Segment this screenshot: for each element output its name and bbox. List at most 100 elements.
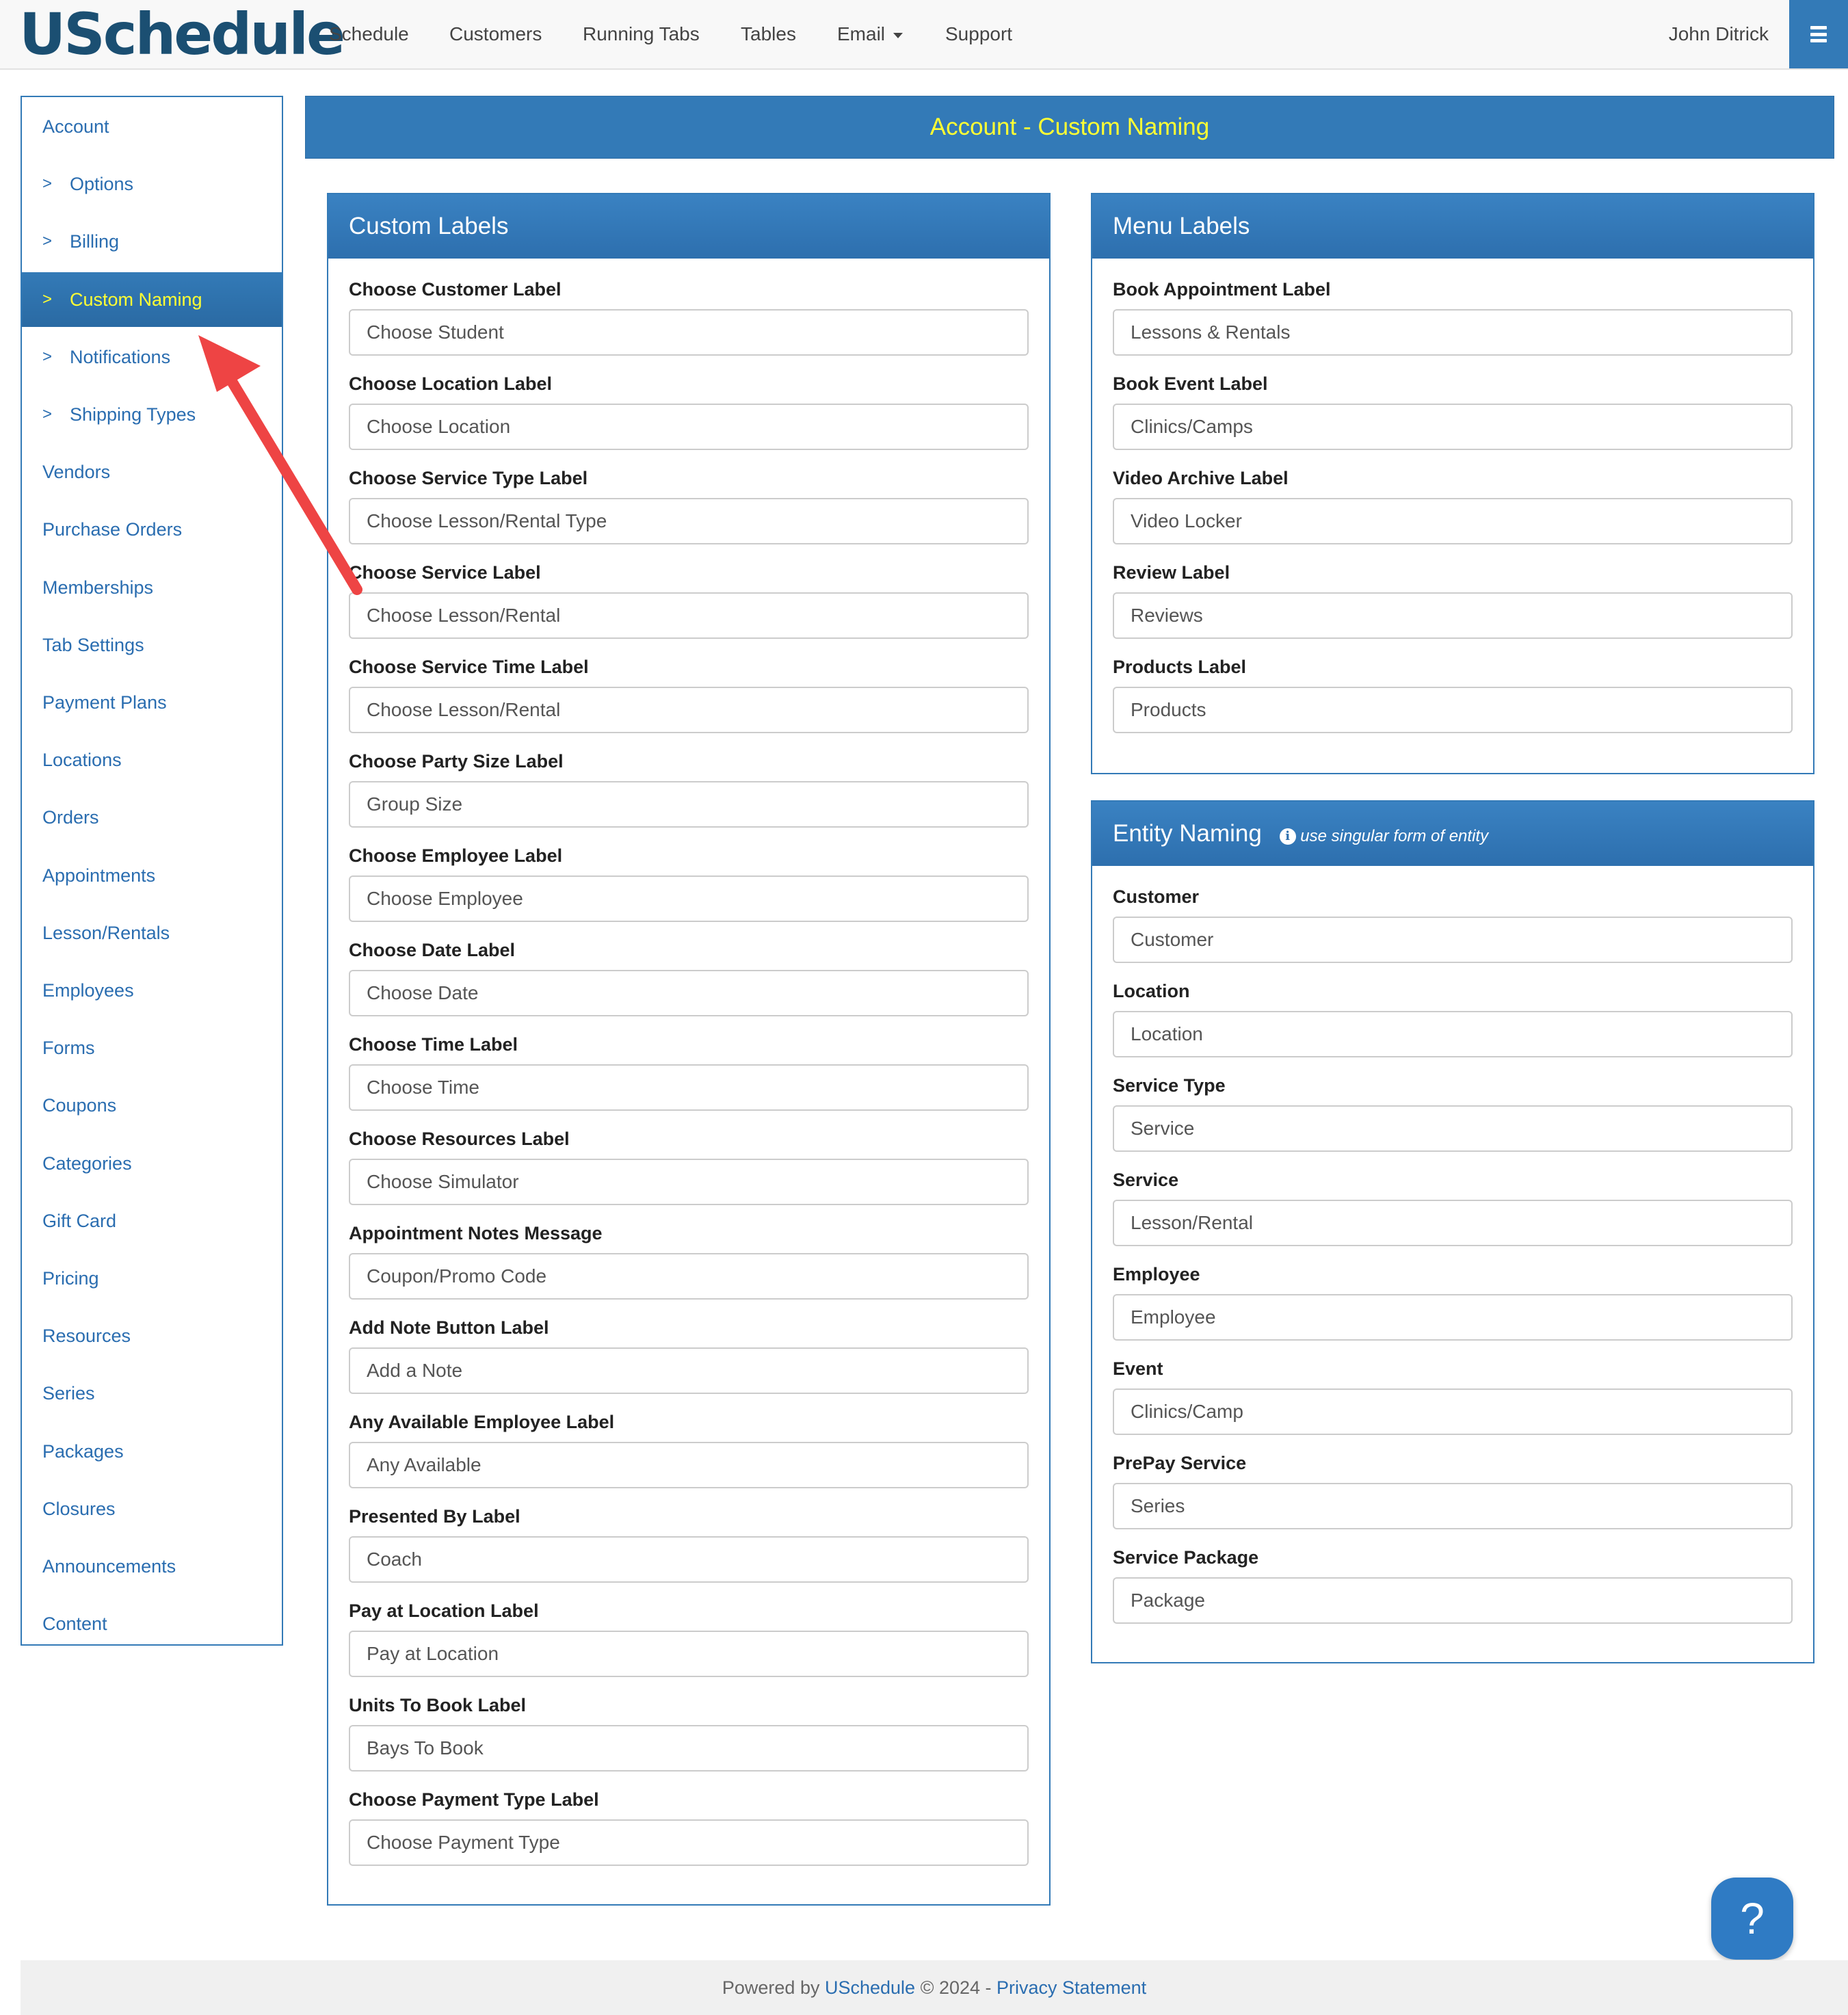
field-input-presented-by-label[interactable] <box>349 1536 1029 1583</box>
entity-naming-panel: Entity Naming i use singular form of ent… <box>1091 800 1814 1663</box>
chevron-right-icon: > <box>42 289 53 308</box>
nav-schedule[interactable]: Schedule <box>329 0 409 68</box>
sidebar-item-resources[interactable]: Resources <box>22 1308 282 1363</box>
sidebar-item-locations[interactable]: Locations <box>22 733 282 787</box>
field-input-choose-resources-label[interactable] <box>349 1159 1029 1205</box>
entity-naming-title: Entity Naming <box>1113 820 1262 847</box>
footer-brand-link[interactable]: USchedule <box>825 1977 915 1998</box>
sidebar-item-tab-settings[interactable]: Tab Settings <box>22 618 282 672</box>
sidebar-item-label: Orders <box>42 807 99 828</box>
field-input-prepay-service[interactable] <box>1113 1483 1793 1529</box>
field-label-pay-at-location-label: Pay at Location Label <box>349 1601 539 1621</box>
help-button[interactable]: ? <box>1711 1878 1793 1960</box>
field-input-choose-service-type-label[interactable] <box>349 498 1029 544</box>
sidebar-item-orders[interactable]: Orders <box>22 790 282 845</box>
sidebar-item-appointments[interactable]: Appointments <box>22 848 282 903</box>
nav-running-tabs[interactable]: Running Tabs <box>583 0 700 68</box>
field-label-choose-time-label: Choose Time Label <box>349 1034 518 1055</box>
sidebar-item-notifications[interactable]: > Notifications <box>22 330 282 384</box>
field-label-service-type: Service Type <box>1113 1075 1226 1096</box>
sidebar-item-label: Account <box>42 116 109 137</box>
field-input-choose-party-size-label[interactable] <box>349 781 1029 828</box>
field-label-service-package: Service Package <box>1113 1547 1259 1568</box>
sidebar-item-lesson-rentals[interactable]: Lesson/Rentals <box>22 906 282 960</box>
field-input-video-archive-label[interactable] <box>1113 498 1793 544</box>
nav-customers[interactable]: Customers <box>449 0 542 68</box>
sidebar-item-packages[interactable]: Packages <box>22 1424 282 1479</box>
sidebar-item-custom-naming[interactable]: > Custom Naming <box>22 272 282 327</box>
field-input-event[interactable] <box>1113 1388 1793 1435</box>
field-input-customer[interactable] <box>1113 917 1793 963</box>
sidebar-item-payment-plans[interactable]: Payment Plans <box>22 675 282 730</box>
field-input-units-to-book-label[interactable] <box>349 1725 1029 1772</box>
sidebar-item-label: Categories <box>42 1153 132 1174</box>
field-input-choose-payment-type-label[interactable] <box>349 1819 1029 1866</box>
field-input-choose-time-label[interactable] <box>349 1064 1029 1111</box>
sidebar-item-gift-card[interactable]: Gift Card <box>22 1194 282 1248</box>
sidebar-item-label: Purchase Orders <box>42 519 183 540</box>
sidebar-item-memberships[interactable]: Memberships <box>22 560 282 615</box>
field-input-service[interactable] <box>1113 1200 1793 1246</box>
hamburger-menu-button[interactable] <box>1789 0 1848 68</box>
nav-email-dropdown[interactable]: Email <box>837 0 903 68</box>
field-input-employee[interactable] <box>1113 1294 1793 1341</box>
sidebar-item-pricing[interactable]: Pricing <box>22 1251 282 1306</box>
sidebar-item-content[interactable]: Content <box>22 1596 282 1651</box>
field-input-choose-location-label[interactable] <box>349 404 1029 450</box>
field-label-book-appointment-label: Book Appointment Label <box>1113 279 1331 300</box>
field-input-appointment-notes-message[interactable] <box>349 1253 1029 1300</box>
sidebar-item-label: Locations <box>42 750 122 771</box>
field-label-prepay-service: PrePay Service <box>1113 1453 1247 1473</box>
privacy-statement-link[interactable]: Privacy Statement <box>996 1977 1146 1998</box>
field-input-pay-at-location-label[interactable] <box>349 1631 1029 1677</box>
sidebar-item-label: Vendors <box>42 462 111 483</box>
nav-tables[interactable]: Tables <box>741 0 796 68</box>
field-label-products-label: Products Label <box>1113 657 1247 677</box>
sidebar-item-series[interactable]: Series <box>22 1366 282 1421</box>
field-label-any-available-employee-label: Any Available Employee Label <box>349 1412 615 1432</box>
field-input-book-event-label[interactable] <box>1113 404 1793 450</box>
field-input-service-type[interactable] <box>1113 1105 1793 1152</box>
sidebar-item-label: Coupons <box>42 1095 117 1116</box>
field-input-review-label[interactable] <box>1113 592 1793 639</box>
sidebar-item-label: Notifications <box>70 346 171 367</box>
sidebar-item-label: Billing <box>70 231 120 252</box>
user-menu[interactable]: John Ditrick <box>1669 0 1769 68</box>
field-input-products-label[interactable] <box>1113 687 1793 733</box>
sidebar-item-account[interactable]: Account <box>22 99 282 154</box>
field-input-book-appointment-label[interactable] <box>1113 309 1793 356</box>
field-input-choose-service-label[interactable] <box>349 592 1029 639</box>
field-input-add-note-button-label[interactable] <box>349 1347 1029 1394</box>
custom-labels-heading: Custom Labels <box>328 194 1049 259</box>
field-input-any-available-employee-label[interactable] <box>349 1442 1029 1488</box>
hamburger-icon <box>1810 26 1827 42</box>
sidebar-item-closures[interactable]: Closures <box>22 1481 282 1536</box>
sidebar-item-coupons[interactable]: Coupons <box>22 1078 282 1133</box>
field-input-choose-customer-label[interactable] <box>349 309 1029 356</box>
sidebar-item-employees[interactable]: Employees <box>22 963 282 1018</box>
field-label-choose-location-label: Choose Location Label <box>349 373 553 394</box>
sidebar-item-label: Announcements <box>42 1556 176 1577</box>
sidebar-item-categories[interactable]: Categories <box>22 1136 282 1191</box>
nav-email-label: Email <box>837 23 886 44</box>
sidebar-item-label: Employees <box>42 980 134 1001</box>
sidebar-item-billing[interactable]: > Billing <box>22 214 282 269</box>
field-input-service-package[interactable] <box>1113 1577 1793 1624</box>
sidebar-item-label: Gift Card <box>42 1210 117 1231</box>
field-label-video-archive-label: Video Archive Label <box>1113 468 1289 488</box>
brand-logo[interactable]: USchedule <box>19 1 345 67</box>
entity-naming-heading: Entity Naming i use singular form of ent… <box>1092 802 1813 866</box>
field-input-choose-service-time-label[interactable] <box>349 687 1029 733</box>
sidebar-item-announcements[interactable]: Announcements <box>22 1539 282 1594</box>
field-label-choose-service-label: Choose Service Label <box>349 562 541 583</box>
sidebar-item-label: Appointments <box>42 865 156 886</box>
field-input-choose-employee-label[interactable] <box>349 875 1029 922</box>
field-input-choose-date-label[interactable] <box>349 970 1029 1016</box>
sidebar-item-vendors[interactable]: Vendors <box>22 445 282 499</box>
sidebar-item-forms[interactable]: Forms <box>22 1020 282 1075</box>
sidebar-item-purchase-orders[interactable]: Purchase Orders <box>22 502 282 557</box>
sidebar-item-shipping-types[interactable]: > Shipping Types <box>22 387 282 442</box>
nav-support[interactable]: Support <box>945 0 1012 68</box>
field-input-location[interactable] <box>1113 1011 1793 1057</box>
sidebar-item-options[interactable]: > Options <box>22 157 282 211</box>
